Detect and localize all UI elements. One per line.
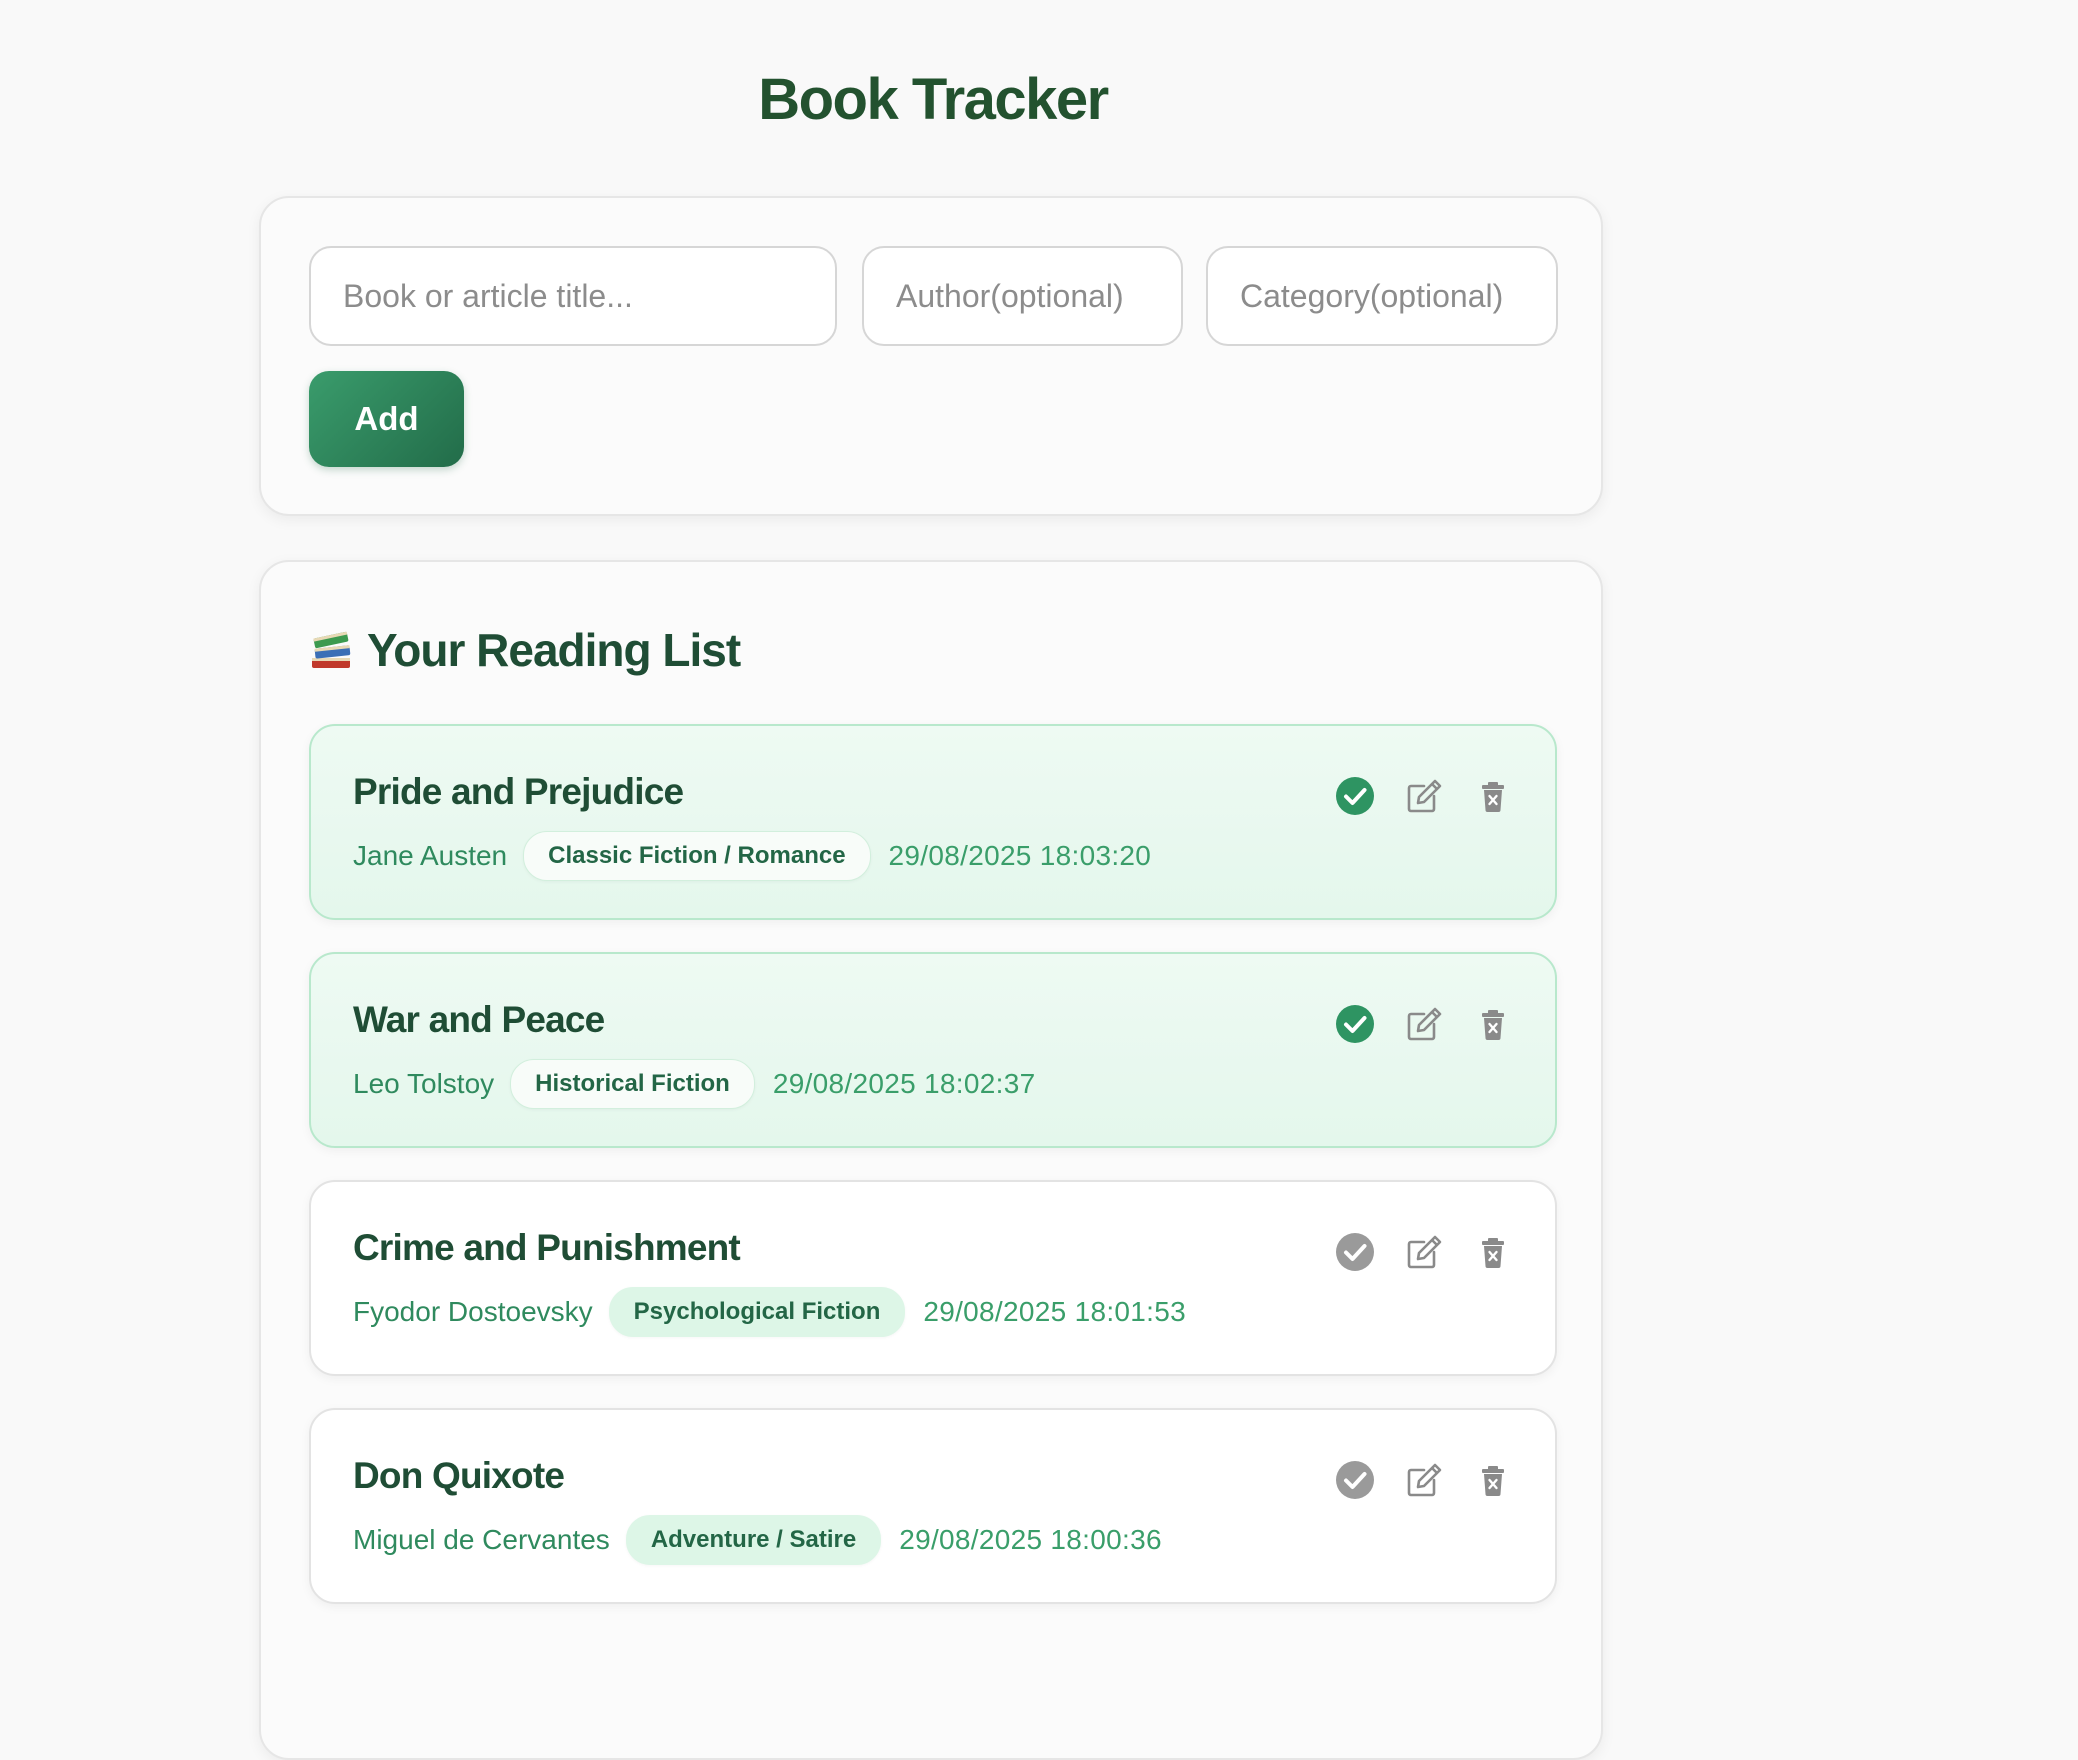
edit-icon [1407, 1235, 1442, 1269]
check-circle-icon [1336, 777, 1374, 815]
book-meta: Jane Austen Classic Fiction / Romance 29/0… [353, 830, 1151, 882]
category-badge: Classic Fiction / Romance [523, 831, 871, 881]
edit-button[interactable] [1402, 1230, 1446, 1274]
book-actions [1333, 774, 1515, 818]
title-input[interactable] [309, 246, 837, 346]
book-author: Miguel de Cervantes [353, 1524, 610, 1555]
delete-button[interactable] [1471, 1230, 1515, 1274]
complete-toggle-button[interactable] [1333, 1458, 1377, 1502]
book-timestamp: 29/08/2025 18:01:53 [923, 1296, 1186, 1327]
delete-button[interactable] [1471, 1458, 1515, 1502]
trash-icon [1482, 782, 1504, 812]
check-circle-icon [1336, 1233, 1374, 1271]
book-item: War and Peace Leo Tolstoy Historical Ficti… [309, 952, 1557, 1148]
reading-list-heading-text: Your Reading List [367, 624, 741, 676]
check-circle-icon [1336, 1005, 1374, 1043]
book-author: Jane Austen [353, 840, 508, 871]
book-title: Crime and Punishment [353, 1227, 741, 1268]
category-badge: Historical Fiction [510, 1059, 755, 1109]
reading-list-card: Your Reading List Pride and Prejudice Jan… [259, 560, 1603, 1760]
add-button[interactable]: Add [309, 371, 464, 467]
book-actions [1333, 1458, 1515, 1502]
edit-icon [1407, 1007, 1442, 1041]
trash-icon [1482, 1466, 1504, 1496]
book-timestamp: 29/08/2025 18:02:37 [772, 1068, 1036, 1099]
reading-list-heading: Your Reading List [309, 618, 741, 682]
trash-icon [1482, 1238, 1504, 1268]
edit-icon [1407, 1463, 1442, 1497]
category-input[interactable] [1206, 246, 1558, 346]
app-title: Book Tracker [758, 67, 1109, 132]
book-list: Pride and Prejudice Jane Austen Classic Fi… [309, 724, 1557, 1636]
edit-button[interactable] [1402, 1458, 1446, 1502]
book-meta: Fyodor Dostoevsky Psychological Fiction 29… [353, 1286, 1186, 1338]
complete-toggle-button[interactable] [1333, 1002, 1377, 1046]
complete-toggle-button[interactable] [1333, 1230, 1377, 1274]
category-badge: Psychological Fiction [608, 1287, 906, 1337]
book-actions [1333, 1230, 1515, 1274]
book-timestamp: 29/08/2025 18:00:36 [899, 1524, 1162, 1555]
book-author: Fyodor Dostoevsky [353, 1296, 593, 1327]
book-meta: Leo Tolstoy Historical Fiction 29/08/2025 … [353, 1058, 1035, 1110]
delete-button[interactable] [1471, 1002, 1515, 1046]
book-meta: Miguel de Cervantes Adventure / Satire 29/… [353, 1514, 1162, 1566]
edit-button[interactable] [1402, 1002, 1446, 1046]
book-title: War and Peace [353, 999, 605, 1040]
book-title: Don Quixote [353, 1455, 565, 1496]
book-item: Pride and Prejudice Jane Austen Classic Fi… [309, 724, 1557, 920]
book-title: Pride and Prejudice [353, 771, 684, 812]
delete-button[interactable] [1471, 774, 1515, 818]
books-emoji-icon [312, 631, 351, 668]
book-timestamp: 29/08/2025 18:03:20 [888, 840, 1152, 871]
edit-button[interactable] [1402, 774, 1446, 818]
book-item: Crime and Punishment Fyodor Dostoevsky Psy… [309, 1180, 1557, 1376]
edit-icon [1407, 779, 1442, 813]
complete-toggle-button[interactable] [1333, 774, 1377, 818]
book-author: Leo Tolstoy [353, 1068, 495, 1099]
add-book-form: Add [259, 196, 1603, 516]
category-badge: Adventure / Satire [625, 1515, 882, 1565]
check-circle-icon [1336, 1461, 1374, 1499]
book-item: Don Quixote Miguel de Cervantes Adventure … [309, 1408, 1557, 1604]
book-actions [1333, 1002, 1515, 1046]
author-input[interactable] [862, 246, 1183, 346]
trash-icon [1482, 1010, 1504, 1040]
